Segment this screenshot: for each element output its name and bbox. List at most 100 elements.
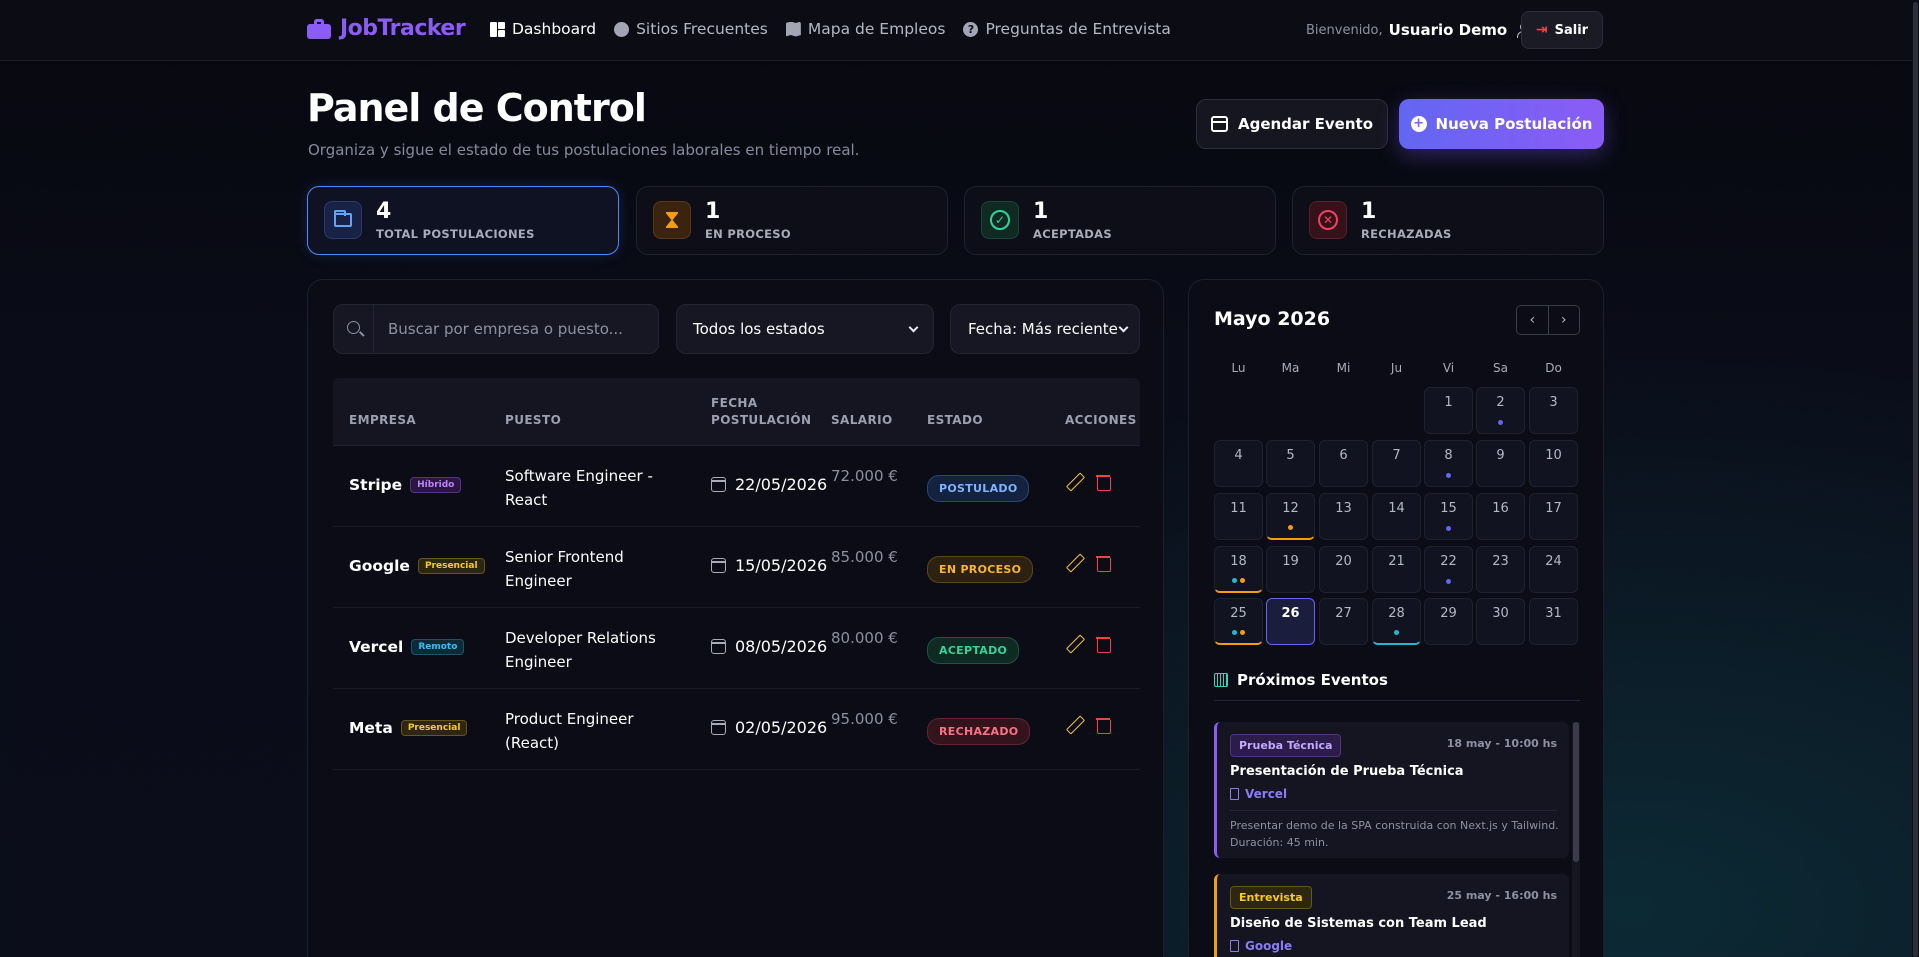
stat-card-in-progress[interactable]: 1 EN PROCESO bbox=[636, 186, 948, 255]
date-sort-select[interactable]: Fecha: Más reciente bbox=[950, 304, 1140, 354]
page-subtitle: Organiza y sigue el estado de tus postul… bbox=[308, 141, 860, 159]
calendar-day[interactable]: 12 bbox=[1266, 493, 1315, 540]
row-actions bbox=[1065, 636, 1111, 653]
calendar-day[interactable]: 17 bbox=[1529, 493, 1578, 540]
new-application-button[interactable]: + Nueva Postulación bbox=[1399, 99, 1604, 149]
calendar-day-number: 9 bbox=[1496, 448, 1505, 463]
schedule-event-button[interactable]: Agendar Evento bbox=[1196, 99, 1388, 149]
calendar-event-dots bbox=[1477, 420, 1524, 425]
calendar-event-dots bbox=[1425, 526, 1472, 531]
column-header-puesto[interactable]: PUESTO bbox=[505, 412, 561, 429]
calendar-day[interactable]: 1 bbox=[1424, 387, 1473, 434]
calendar-day[interactable]: 25 bbox=[1214, 598, 1263, 645]
weekday-label: Lu bbox=[1231, 361, 1246, 375]
nav-mapa-empleos[interactable]: Mapa de Empleos bbox=[785, 20, 945, 38]
search-input[interactable] bbox=[376, 305, 656, 353]
event-divider bbox=[1230, 810, 1557, 811]
status-filter-select[interactable]: Todos los estados bbox=[676, 304, 934, 354]
calendar-day[interactable]: 2 bbox=[1476, 387, 1525, 434]
table-row[interactable]: Meta Presencial Product Engineer (React) … bbox=[333, 689, 1140, 770]
trash-icon[interactable] bbox=[1096, 555, 1111, 572]
calendar-event-dots bbox=[1425, 579, 1472, 584]
company-cell: Vercel Remoto bbox=[349, 638, 465, 656]
calendar-day[interactable]: 27 bbox=[1319, 598, 1368, 645]
calendar-day[interactable]: 10 bbox=[1529, 440, 1578, 487]
calendar-day[interactable]: 24 bbox=[1529, 546, 1578, 593]
calendar-nav: ‹ › bbox=[1516, 305, 1580, 335]
trash-icon[interactable] bbox=[1096, 717, 1111, 734]
edit-icon[interactable] bbox=[1065, 555, 1082, 572]
calendar-day-number: 22 bbox=[1440, 554, 1457, 569]
stat-card-rejected[interactable]: ✕ 1 RECHAZADAS bbox=[1292, 186, 1604, 255]
calendar-day[interactable]: 29 bbox=[1424, 598, 1473, 645]
calendar-day[interactable]: 7 bbox=[1372, 440, 1421, 487]
nav-dashboard[interactable]: Dashboard bbox=[490, 20, 596, 38]
calendar-day[interactable]: 9 bbox=[1476, 440, 1525, 487]
calendar-day[interactable]: 5 bbox=[1266, 440, 1315, 487]
calendar-day[interactable]: 20 bbox=[1319, 546, 1368, 593]
calendar-day[interactable]: 28 bbox=[1372, 598, 1421, 645]
chevron-right-icon[interactable]: › bbox=[1549, 306, 1580, 334]
page-scrollbar[interactable] bbox=[1912, 0, 1919, 957]
calendar-day[interactable]: 14 bbox=[1372, 493, 1421, 540]
column-header-estado[interactable]: ESTADO bbox=[927, 412, 983, 429]
status-badge: RECHAZADO bbox=[927, 718, 1031, 745]
table-row[interactable]: Google Presencial Senior Frontend Enginee… bbox=[333, 527, 1140, 608]
table-row[interactable]: Stripe Híbrido Software Engineer - React … bbox=[333, 446, 1140, 527]
calendar-day[interactable]: 13 bbox=[1319, 493, 1368, 540]
status-badge: ACEPTADO bbox=[927, 637, 1020, 664]
column-header-salario[interactable]: SALARIO bbox=[831, 412, 893, 429]
position-cell: Senior Frontend Engineer bbox=[505, 548, 624, 590]
calendar-day[interactable]: 18 bbox=[1214, 546, 1263, 593]
event-card[interactable]: Prueba Técnica 18 may - 10:00 hs Present… bbox=[1214, 722, 1569, 858]
calendar-icon bbox=[1210, 116, 1228, 132]
weekday-label: Ma bbox=[1281, 361, 1300, 375]
event-type-badge: Prueba Técnica bbox=[1230, 734, 1342, 757]
edit-icon[interactable] bbox=[1065, 636, 1082, 653]
user-name: Usuario Demo bbox=[1388, 21, 1508, 39]
nav-sitios-frecuentes[interactable]: Sitios Frecuentes bbox=[614, 20, 768, 38]
calendar-day-number: 18 bbox=[1230, 554, 1247, 569]
calendar-day-today[interactable]: 26 bbox=[1266, 598, 1315, 645]
calendar-day[interactable]: 19 bbox=[1266, 546, 1315, 593]
column-header-fecha[interactable]: FECHA POSTULACIÓN bbox=[711, 395, 811, 429]
calendar-day[interactable]: 21 bbox=[1372, 546, 1421, 593]
calendar-day[interactable]: 30 bbox=[1476, 598, 1525, 645]
work-mode-tag: Remoto bbox=[411, 639, 465, 655]
calendar-day[interactable]: 3 bbox=[1529, 387, 1578, 434]
page-scrollbar-thumb[interactable] bbox=[1913, 2, 1918, 957]
column-header-empresa[interactable]: EMPRESA bbox=[349, 412, 416, 429]
calendar-day[interactable]: 15 bbox=[1424, 493, 1473, 540]
upcoming-events-header: Próximos Eventos bbox=[1214, 671, 1580, 701]
building-icon bbox=[1230, 940, 1239, 952]
calendar-day-number: 19 bbox=[1282, 554, 1299, 569]
edit-icon[interactable] bbox=[1065, 717, 1082, 734]
edit-icon[interactable] bbox=[1065, 474, 1082, 491]
events-scrollbar-thumb[interactable] bbox=[1573, 722, 1579, 862]
stat-label: ACEPTADAS bbox=[1033, 227, 1112, 241]
trash-icon[interactable] bbox=[1096, 474, 1111, 491]
calendar-day[interactable]: 11 bbox=[1214, 493, 1263, 540]
trash-icon[interactable] bbox=[1096, 636, 1111, 653]
event-card[interactable]: Entrevista 25 may - 16:00 hs Diseño de S… bbox=[1214, 874, 1569, 957]
company-name: Google bbox=[349, 557, 410, 575]
calendar-event-dots bbox=[1425, 473, 1472, 478]
calendar-day[interactable]: 31 bbox=[1529, 598, 1578, 645]
table-row[interactable]: Vercel Remoto Developer Relations Enginee… bbox=[333, 608, 1140, 689]
calendar-day[interactable]: 23 bbox=[1476, 546, 1525, 593]
calendar-day[interactable]: 22 bbox=[1424, 546, 1473, 593]
calendar-day[interactable]: 6 bbox=[1319, 440, 1368, 487]
stat-card-accepted[interactable]: ✓ 1 ACEPTADAS bbox=[964, 186, 1276, 255]
logout-button[interactable]: ⇥ Salir bbox=[1521, 11, 1603, 49]
calendar-event-dots bbox=[1267, 525, 1314, 530]
calendar-day-number: 30 bbox=[1492, 606, 1509, 621]
nav-preguntas-entrevista[interactable]: ? Preguntas de Entrevista bbox=[963, 20, 1171, 38]
brand-logo[interactable]: JobTracker bbox=[307, 16, 466, 41]
stat-card-total[interactable]: 4 TOTAL POSTULACIONES bbox=[307, 186, 619, 255]
status-badge: EN PROCESO bbox=[927, 556, 1034, 583]
chevron-left-icon[interactable]: ‹ bbox=[1517, 306, 1549, 334]
event-dot bbox=[1446, 579, 1451, 584]
calendar-day[interactable]: 16 bbox=[1476, 493, 1525, 540]
calendar-day[interactable]: 4 bbox=[1214, 440, 1263, 487]
calendar-day[interactable]: 8 bbox=[1424, 440, 1473, 487]
